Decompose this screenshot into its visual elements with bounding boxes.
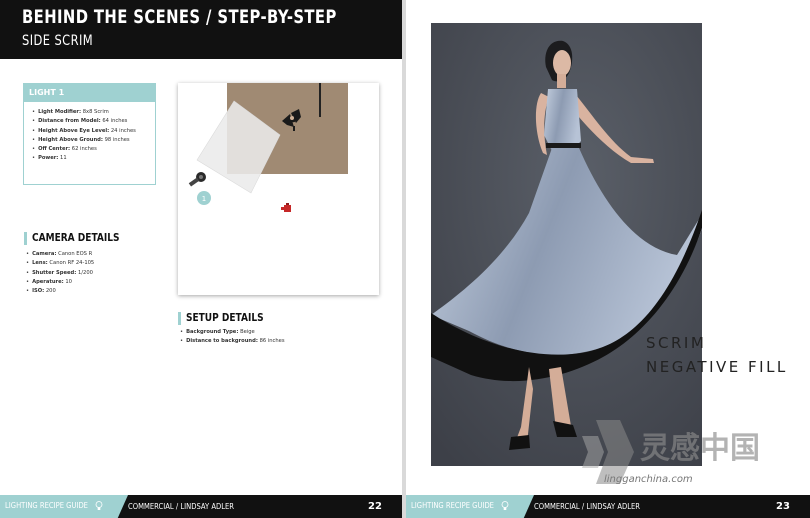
title-bar: BEHIND THE SCENES / STEP-BY-STEP SIDE SC… <box>0 0 402 59</box>
camera-icon <box>281 203 291 212</box>
overlay-negative-fill: NEGATIVE FILL <box>646 358 788 376</box>
model-photo <box>431 23 702 466</box>
face <box>553 50 571 76</box>
spec-background-type: Background Type: Beige <box>180 328 285 337</box>
spec-iso: ISO: 200 <box>26 287 94 296</box>
footer-credit: COMMERCIAL / LINDSAY ADLER <box>128 502 235 511</box>
lightbulb-icon <box>95 501 103 510</box>
footer-guide-label: LIGHTING RECIPE GUIDE <box>411 501 494 510</box>
watermark-site: lingganchina.com <box>604 474 693 485</box>
spec-height-above-eye-level: Height Above Eye Level: 24 inches <box>32 127 155 136</box>
light-stand-icon <box>188 172 206 187</box>
lightbulb-icon <box>501 501 509 510</box>
footer-credit: COMMERCIAL / LINDSAY ADLER <box>534 502 641 511</box>
footer-guide-tab: LIGHTING RECIPE GUIDE <box>0 495 128 518</box>
camera-section-bar <box>24 232 27 245</box>
spec-distance-to-background: Distance to background: 86 inches <box>180 337 285 346</box>
spec-distance-from-model: Distance from Model: 64 inches <box>32 117 155 126</box>
right-footer: LIGHTING RECIPE GUIDE COMMERCIAL / LINDS… <box>406 495 810 518</box>
light-1-card: LIGHT 1 Light Modifier: 8x8 Scrim Distan… <box>23 83 156 185</box>
footer-guide-tab: LIGHTING RECIPE GUIDE <box>406 495 534 518</box>
footer-guide-label: LIGHTING RECIPE GUIDE <box>5 501 88 510</box>
waist-belt <box>546 143 581 148</box>
background-stand <box>319 83 321 117</box>
camera-spec-list: Camera: Canon EOS R Lens: Canon RF 24-10… <box>26 250 94 296</box>
watermark-text: 灵感中国 <box>640 431 760 466</box>
spec-lens: Lens: Canon RF 24-105 <box>26 259 94 268</box>
page-title: BEHIND THE SCENES / STEP-BY-STEP <box>22 6 337 28</box>
left-footer: LIGHTING RECIPE GUIDE COMMERCIAL / LINDS… <box>0 495 402 518</box>
left-page: BEHIND THE SCENES / STEP-BY-STEP SIDE SC… <box>0 0 402 518</box>
spec-height-above-ground: Height Above Ground: 98 inches <box>32 136 155 145</box>
setup-details-heading: SETUP DETAILS <box>186 311 264 324</box>
page-number: 23 <box>776 501 790 512</box>
lighting-diagram-svg: 1 <box>188 83 348 212</box>
spec-aperture: Aperature: 10 <box>26 278 94 287</box>
spec-camera: Camera: Canon EOS R <box>26 250 94 259</box>
setup-section-bar <box>178 312 181 325</box>
lighting-diagram: 1 <box>178 83 379 295</box>
neck <box>557 74 566 88</box>
spec-light-modifier: Light Modifier: 8x8 Scrim <box>32 108 155 117</box>
light-1-heading: LIGHT 1 <box>24 84 155 102</box>
spec-power: Power: 11 <box>32 154 155 163</box>
page-number: 22 <box>368 501 382 512</box>
model-photo-illustration <box>431 23 702 466</box>
overlay-scrim: SCRIM <box>646 334 707 352</box>
light-1-spec-list: Light Modifier: 8x8 Scrim Distance from … <box>24 108 155 164</box>
page-subtitle: SIDE SCRIM <box>22 33 94 49</box>
setup-spec-list: Background Type: Beige Distance to backg… <box>180 328 285 347</box>
spec-off-center: Off Center: 62 inches <box>32 145 155 154</box>
spec-shutter-speed: Shutter Speed: 1/200 <box>26 269 94 278</box>
light-1-marker-label: 1 <box>202 195 206 203</box>
left-shoe <box>509 435 530 450</box>
dress-bodice <box>544 89 581 151</box>
camera-details-heading: CAMERA DETAILS <box>32 231 120 244</box>
